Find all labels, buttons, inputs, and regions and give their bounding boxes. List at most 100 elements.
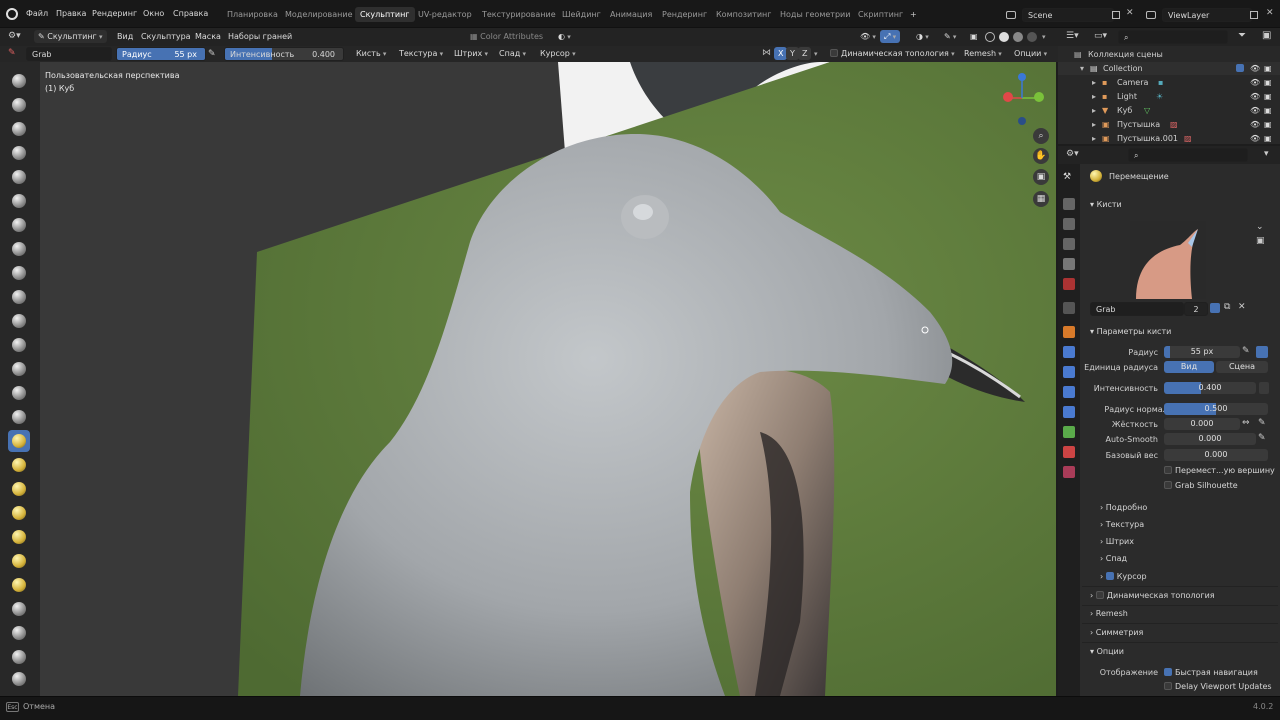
menu-window[interactable]: Окно [139,7,168,21]
mesh-data-icon[interactable]: ▽ [1144,104,1150,117]
brush-users-count[interactable]: 2 [1184,302,1208,316]
visibility-eye-icon[interactable]: 👁 [1250,76,1260,89]
remesh-menu[interactable]: Remesh [960,47,1006,60]
tool-scrape[interactable] [8,358,30,380]
symmetry-icon[interactable]: ⋈ [762,48,771,58]
navigation-gizmo[interactable] [996,68,1052,128]
image-data-icon[interactable]: ▨ [1184,132,1192,145]
xray-icon[interactable]: ✎ [940,30,960,43]
radius-pressure-icon[interactable]: ✎ [208,49,216,59]
delete-scene-icon[interactable]: ✕ [1126,8,1134,18]
pan-hand-icon[interactable]: ✋ [1033,148,1049,164]
dyntopo-checkbox[interactable] [830,49,838,57]
tool-fill[interactable] [8,334,30,356]
tab-physics-icon[interactable] [1063,386,1075,398]
tool-clay-strips[interactable] [8,142,30,164]
copy-viewlayer-icon[interactable] [1250,11,1258,19]
tool-layer[interactable] [8,190,30,212]
tab-compositing[interactable]: Композитинг [711,7,776,22]
visibility-eye-icon[interactable]: 👁 [1250,62,1260,75]
outliner-item-camera[interactable]: ▸ ▪ Camera ▪ 👁 ▣ [1058,76,1280,89]
tab-object-icon[interactable] [1063,326,1075,338]
tab-texture-icon[interactable] [1063,466,1075,478]
tool-clay[interactable] [8,118,30,140]
tab-layout[interactable]: Планировка [222,7,283,22]
tool-clay-thumb[interactable] [8,166,30,188]
dyntopo-toggle[interactable]: Динамическая топология [826,47,959,60]
options-menu[interactable]: Опции [1010,47,1051,60]
tool-grab[interactable] [8,430,30,452]
gizmo-z-axis[interactable] [1018,73,1026,81]
brushes-section-header[interactable]: ▾ Кисти [1090,200,1122,209]
tool-flatten[interactable] [8,310,30,332]
subsection-advanced[interactable]: › Подробно [1100,503,1147,512]
tab-scripting[interactable]: Скриптинг [853,7,908,22]
tool-draw-sharp[interactable] [8,94,30,116]
radius-unit-toggle-icon[interactable] [1256,346,1268,358]
outliner-item-collection[interactable]: ▾ ▤ Collection 👁 ▣ [1058,62,1280,75]
tool-inflate[interactable] [8,214,30,236]
color-attributes-button[interactable]: ▦ Color Attributes [466,30,547,43]
tool-thumb[interactable] [8,502,30,524]
radius-field[interactable]: Радиус 55 px [116,47,206,61]
tab-collection-icon[interactable] [1063,302,1075,314]
new-collection-icon[interactable]: ▣ [1262,30,1271,41]
tab-animation[interactable]: Анимация [605,7,657,22]
viewlayer-icon[interactable] [1146,11,1156,19]
tool-nudge[interactable] [8,550,30,572]
copy-scene-icon[interactable] [1112,11,1120,19]
menu-sculpt[interactable]: Скульптура [137,30,195,43]
tool-snake-hook[interactable] [8,478,30,500]
tool-boundary[interactable] [8,622,30,644]
shading-solid-icon[interactable] [999,32,1009,42]
fast-navigate-row[interactable]: Быстрая навигация [1164,668,1258,677]
outliner-search-input[interactable]: ⌕ [1118,30,1228,44]
gizmo-neg-z-axis[interactable] [1018,117,1026,125]
outliner-item-cube[interactable]: ▸ ▼ Куб ▽ 👁 ▣ [1058,104,1280,117]
menu-cursor[interactable]: Курсор [536,47,580,60]
tab-modeling[interactable]: Моделирование [280,7,358,22]
tab-world-icon[interactable] [1063,278,1075,290]
render-camera-icon[interactable]: ▣ [1264,132,1272,145]
tab-geometry-nodes[interactable]: Ноды геометрии [775,7,855,22]
tab-sculpting[interactable]: Скульптинг [355,7,415,22]
zoom-icon[interactable]: ⌕ [1033,128,1049,144]
hardness-invert-icon[interactable]: ⇔ [1242,418,1250,428]
add-workspace-icon[interactable]: + [905,7,922,22]
subsection-stroke[interactable]: › Штрих [1100,537,1134,546]
fake-user-shield-icon[interactable] [1210,303,1220,313]
mode-dropdown[interactable]: ✎ Скульптинг [34,30,107,43]
color-attr-options-icon[interactable]: ◐ [554,30,575,43]
tool-pinch[interactable] [8,406,30,428]
menu-face-sets[interactable]: Наборы граней [224,30,296,43]
scene-selector[interactable]: Scene [1022,8,1114,22]
menu-file[interactable]: Файл [22,7,52,21]
image-data-icon[interactable]: ▨ [1170,118,1178,131]
filter-icon[interactable]: ⏷ [1238,30,1246,41]
menu-texture[interactable]: Текстура [395,47,447,60]
unlink-brush-icon[interactable]: ✕ [1238,302,1246,312]
menu-brush[interactable]: Кисть [352,47,390,60]
menu-mask[interactable]: Маска [191,30,225,43]
prop-autosmooth-slider[interactable]: 0.000 [1164,433,1256,445]
outliner-display-icon[interactable]: ▭▾ [1094,31,1107,41]
delay-updates-row[interactable]: Delay Viewport Updates [1164,682,1272,691]
tool-slide-relax[interactable] [8,598,30,620]
prop-strength-slider[interactable]: 0.400 [1164,382,1256,394]
menu-help[interactable]: Справка [169,7,212,21]
tool-crease[interactable] [8,262,30,284]
fast-navigate-checkbox[interactable] [1164,668,1172,676]
camera-view-icon[interactable]: ▣ [1033,169,1049,185]
outliner-item-empty[interactable]: ▸ ▣ Пустышка ▨ 👁 ▣ [1058,118,1280,131]
subsection-texture[interactable]: › Текстура [1100,520,1144,529]
remesh-panel-header[interactable]: › Remesh [1090,609,1128,618]
visibility-eye-icon[interactable]: 👁 [1250,90,1260,103]
visibility-icon[interactable]: 👁 [856,30,880,43]
tab-constraints-icon[interactable] [1063,406,1075,418]
properties-editor-icon[interactable]: ⚙▾ [1066,149,1079,159]
tab-material-icon[interactable] [1063,446,1075,458]
strength-field[interactable]: Интенсивность 0.400 [224,47,344,61]
brush-datablock-field[interactable]: Grab [1090,302,1184,316]
radius-unit-view-button[interactable]: Вид [1164,361,1214,373]
move-vertex-checkbox[interactable] [1164,466,1172,474]
